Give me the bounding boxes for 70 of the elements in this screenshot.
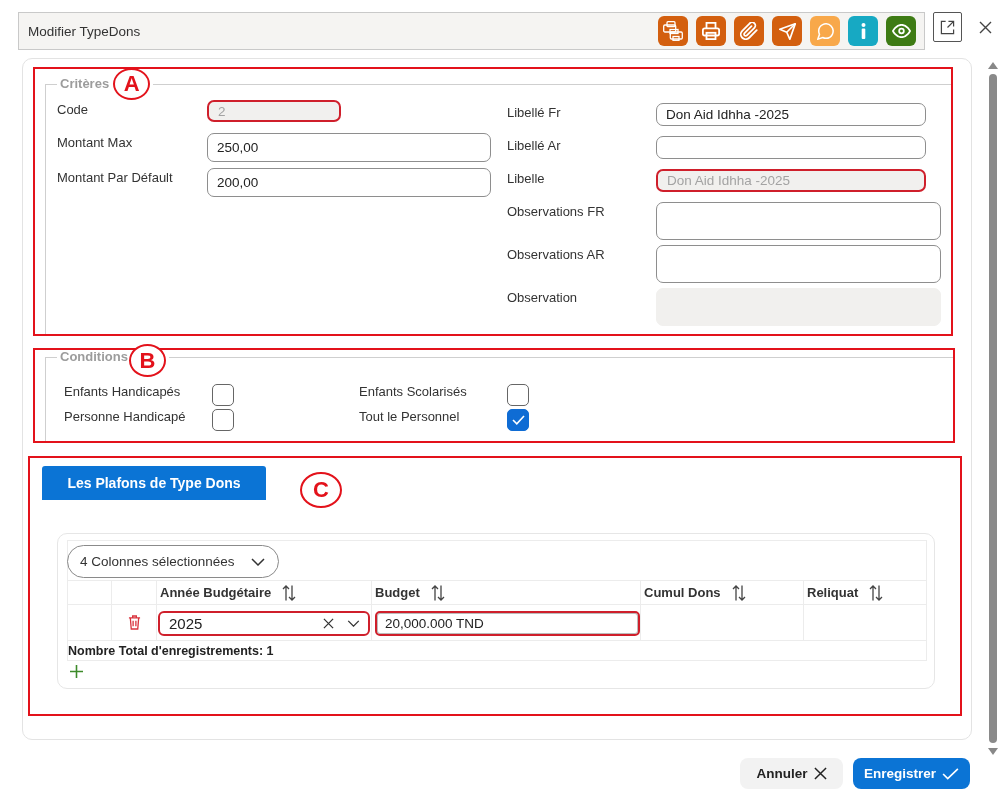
paperclip-icon: [740, 22, 758, 40]
field-label: Observation: [507, 289, 579, 306]
dialog-title: Modifier TypeDons: [28, 23, 141, 39]
record-count: Nombre Total d'enregistrements: 1: [68, 643, 274, 658]
check-icon: [942, 767, 959, 780]
eye-icon: [891, 24, 911, 38]
checkbox[interactable]: [507, 409, 529, 431]
year-select[interactable]: 2025: [158, 611, 370, 636]
toolbar-button[interactable]: [658, 16, 688, 46]
column-header: Année Budgétaire: [160, 585, 272, 600]
paper-plane-icon: [778, 22, 796, 40]
column-header: Reliquat: [807, 585, 859, 600]
annotation-marker: B: [128, 344, 166, 377]
trash-icon[interactable]: [127, 615, 141, 630]
close-icon: [813, 767, 827, 780]
text-area[interactable]: [656, 245, 941, 283]
field-label: Code: [57, 101, 90, 118]
sort-icon[interactable]: [869, 584, 884, 601]
text-field[interactable]: [656, 136, 926, 159]
checkbox[interactable]: [212, 384, 234, 406]
plus-icon[interactable]: [70, 665, 83, 678]
toolbar-button[interactable]: [848, 16, 878, 46]
text-field[interactable]: 20,000.000 TND: [375, 611, 640, 636]
annotation-marker: A: [113, 68, 151, 100]
toolbar-button[interactable]: [734, 16, 764, 46]
field-label: Libelle: [507, 170, 546, 187]
scroll-up-icon[interactable]: [987, 62, 998, 69]
printer-icon: [702, 22, 720, 40]
checkbox-label: Personne Handicapé: [64, 409, 187, 425]
field-label: Libellé Ar: [507, 137, 562, 154]
expand-icon: [940, 19, 955, 35]
group-legend: Conditions: [60, 350, 128, 364]
chevron-icon: [347, 620, 360, 627]
save-button[interactable]: Enregistrer: [853, 758, 970, 789]
field-label: Montant Par Défault: [57, 169, 174, 186]
column-header: Cumul Dons: [644, 585, 721, 600]
sort-icon[interactable]: [282, 584, 297, 601]
text-field[interactable]: Don Aid Idhha -2025: [656, 103, 926, 126]
sort-icon[interactable]: [430, 584, 445, 601]
checkbox[interactable]: [507, 384, 529, 406]
sort-icon[interactable]: [731, 584, 746, 601]
column-header: Budget: [375, 585, 420, 600]
scroll-down-icon[interactable]: [987, 748, 998, 755]
text-field[interactable]: 200,00: [207, 168, 491, 197]
documents-icon: [663, 21, 683, 41]
toolbar-button[interactable]: [772, 16, 802, 46]
tab[interactable]: Les Plafons de Type Dons: [42, 466, 266, 500]
toolbar-button[interactable]: [696, 16, 726, 46]
field-label: Montant Max: [57, 134, 134, 151]
checkbox-label: Enfants Scolarisés: [359, 384, 468, 400]
annotation-marker: C: [300, 472, 342, 508]
field-label: Observations FR: [507, 203, 606, 220]
field-label: Libellé Fr: [507, 104, 562, 121]
checkbox-label: Enfants Handicapés: [64, 384, 182, 400]
clear-icon[interactable]: [323, 618, 334, 629]
info-icon: [860, 23, 866, 39]
close-icon[interactable]: [979, 21, 992, 34]
group-legend: Critères: [60, 77, 110, 91]
text-area[interactable]: [656, 202, 941, 240]
field-label: Observations AR: [507, 246, 606, 263]
expand-button[interactable]: [933, 12, 962, 42]
checkbox-label: Tout le Personnel: [359, 409, 461, 425]
toolbar-button[interactable]: [886, 16, 916, 46]
chevron-icon: [251, 557, 265, 566]
text-field[interactable]: 250,00: [207, 133, 491, 162]
scrollbar-thumb[interactable]: [988, 74, 997, 743]
check-icon: [511, 415, 525, 425]
cancel-button[interactable]: Annuler: [740, 758, 843, 789]
speech-bubble-icon: [816, 22, 834, 40]
checkbox[interactable]: [212, 409, 234, 431]
